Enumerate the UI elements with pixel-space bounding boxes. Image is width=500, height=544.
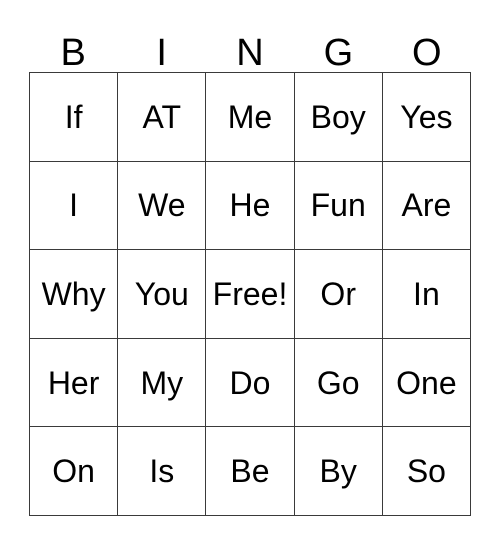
bingo-cell-n2[interactable]: He [206,161,295,251]
bingo-cell-b1[interactable]: If [30,73,119,162]
bingo-cell-b3[interactable]: Why [30,250,119,339]
bingo-cell-free-space[interactable]: Free! [206,250,295,339]
bingo-cell-i2[interactable]: We [118,161,207,251]
bingo-cell-i5[interactable]: Is [118,427,207,516]
bingo-cell-b2[interactable]: I [30,161,119,251]
bingo-card: B I N G O If AT Me Boy Yes I We He Fun A… [0,0,500,544]
bingo-header-row: B I N G O [29,22,471,72]
bingo-header-letter-b: B [60,32,86,74]
bingo-cell-i3[interactable]: You [118,250,207,339]
bingo-cell-o3[interactable]: In [382,250,471,339]
bingo-cell-g1[interactable]: Boy [294,73,383,162]
bingo-cell-i1[interactable]: AT [118,73,207,162]
bingo-grid: If AT Me Boy Yes I We He Fun Are Why You… [29,72,471,516]
bingo-cell-o4[interactable]: One [382,338,471,428]
bingo-cell-b4[interactable]: Her [30,338,119,428]
bingo-cell-n1[interactable]: Me [206,73,295,162]
bingo-cell-o2[interactable]: Are [382,161,471,251]
bingo-cell-g2[interactable]: Fun [294,161,383,251]
bingo-header-letter-o: O [412,32,442,74]
bingo-cell-g5[interactable]: By [294,427,383,516]
bingo-cell-i4[interactable]: My [118,338,207,428]
bingo-header-letter-i: I [156,32,167,74]
bingo-cell-g3[interactable]: Or [294,250,383,339]
bingo-cell-g4[interactable]: Go [294,338,383,428]
bingo-cell-n4[interactable]: Do [206,338,295,428]
bingo-cell-o5[interactable]: So [382,427,471,516]
bingo-cell-n5[interactable]: Be [206,427,295,516]
bingo-header-letter-g: G [323,32,354,74]
bingo-cell-o1[interactable]: Yes [382,73,471,162]
bingo-header-letter-n: N [236,32,264,74]
bingo-cell-b5[interactable]: On [30,427,119,516]
